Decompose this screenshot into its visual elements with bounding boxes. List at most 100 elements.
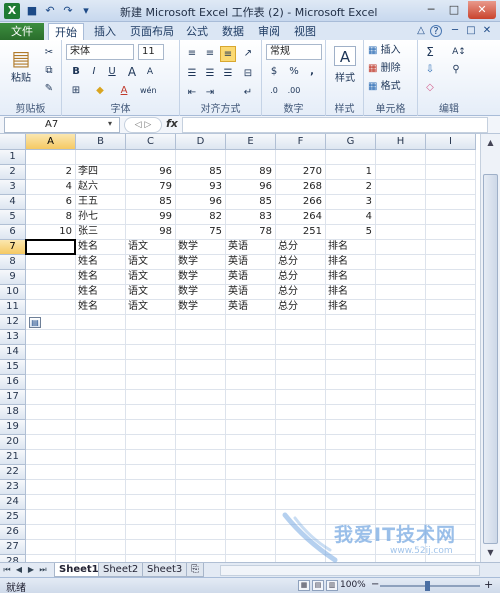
cell-c22[interactable] — [126, 465, 176, 480]
cell-i5[interactable] — [426, 210, 476, 225]
bold-button[interactable]: B — [68, 64, 84, 80]
cell-f26[interactable] — [276, 525, 326, 540]
orientation-icon[interactable]: ↗ — [240, 46, 256, 62]
cell-g17[interactable] — [326, 390, 376, 405]
cell-a14[interactable] — [26, 345, 76, 360]
save-icon[interactable]: ■ — [24, 3, 40, 19]
cell-c3[interactable]: 79 — [126, 180, 176, 195]
row-header-20[interactable]: 20 — [0, 435, 26, 450]
cell-g2[interactable]: 1 — [326, 165, 376, 180]
cell-h21[interactable] — [376, 450, 426, 465]
window-minimize-icon[interactable]: ─ — [448, 24, 462, 38]
window-close-icon[interactable]: ✕ — [480, 24, 494, 38]
tab-home[interactable]: 开始 — [48, 23, 84, 40]
align-right-icon[interactable]: ☰ — [220, 66, 236, 82]
cell-g5[interactable]: 4 — [326, 210, 376, 225]
cell-i26[interactable] — [426, 525, 476, 540]
cell-b7[interactable]: 姓名 — [76, 240, 126, 255]
undo-icon[interactable]: ↶ — [42, 3, 58, 19]
tab-page-layout[interactable]: 页面布局 — [124, 23, 180, 40]
cell-d27[interactable] — [176, 540, 226, 555]
cell-b23[interactable] — [76, 480, 126, 495]
cell-b5[interactable]: 孙七 — [76, 210, 126, 225]
cell-e28[interactable] — [226, 555, 276, 562]
cell-d2[interactable]: 85 — [176, 165, 226, 180]
cell-i16[interactable] — [426, 375, 476, 390]
cell-d7[interactable]: 数学 — [176, 240, 226, 255]
cell-g3[interactable]: 2 — [326, 180, 376, 195]
cell-e27[interactable] — [226, 540, 276, 555]
cell-g10[interactable]: 排名 — [326, 285, 376, 300]
formula-expand-icon[interactable]: ◁ ▷ — [124, 117, 162, 133]
cell-h24[interactable] — [376, 495, 426, 510]
percent-button[interactable]: % — [286, 64, 302, 80]
row-header-7[interactable]: 7 — [0, 240, 26, 255]
cell-f6[interactable]: 251 — [276, 225, 326, 240]
tab-review[interactable]: 审阅 — [252, 23, 286, 40]
cell-a24[interactable] — [26, 495, 76, 510]
cell-c19[interactable] — [126, 420, 176, 435]
cell-h27[interactable] — [376, 540, 426, 555]
cell-e9[interactable]: 英语 — [226, 270, 276, 285]
cell-c24[interactable] — [126, 495, 176, 510]
cell-e14[interactable] — [226, 345, 276, 360]
row-header-27[interactable]: 27 — [0, 540, 26, 555]
cell-d4[interactable]: 96 — [176, 195, 226, 210]
cell-i23[interactable] — [426, 480, 476, 495]
sheet-tab-sheet2[interactable]: Sheet2 — [98, 563, 144, 577]
cell-g13[interactable] — [326, 330, 376, 345]
cell-e17[interactable] — [226, 390, 276, 405]
prev-sheet-icon[interactable]: ◀ — [14, 564, 24, 576]
cell-a3[interactable]: 4 — [26, 180, 76, 195]
cell-f23[interactable] — [276, 480, 326, 495]
scroll-up-icon[interactable]: ▲ — [483, 136, 498, 150]
cell-d18[interactable] — [176, 405, 226, 420]
row-header-28[interactable]: 28 — [0, 555, 26, 562]
cell-f5[interactable]: 264 — [276, 210, 326, 225]
increase-indent-icon[interactable]: ⇥ — [202, 85, 218, 101]
cell-f18[interactable] — [276, 405, 326, 420]
cell-e25[interactable] — [226, 510, 276, 525]
cell-h12[interactable] — [376, 315, 426, 330]
tab-file[interactable]: 文件 — [0, 23, 44, 40]
cell-c21[interactable] — [126, 450, 176, 465]
cell-b21[interactable] — [76, 450, 126, 465]
cell-i25[interactable] — [426, 510, 476, 525]
page-break-view-icon[interactable]: ▥ — [326, 580, 338, 591]
cell-g16[interactable] — [326, 375, 376, 390]
cell-g11[interactable]: 排名 — [326, 300, 376, 315]
cell-f19[interactable] — [276, 420, 326, 435]
cell-f1[interactable] — [276, 150, 326, 165]
cell-d15[interactable] — [176, 360, 226, 375]
cell-f24[interactable] — [276, 495, 326, 510]
cell-c20[interactable] — [126, 435, 176, 450]
cell-i4[interactable] — [426, 195, 476, 210]
cell-h18[interactable] — [376, 405, 426, 420]
row-header-11[interactable]: 11 — [0, 300, 26, 315]
cell-e1[interactable] — [226, 150, 276, 165]
cell-a9[interactable] — [26, 270, 76, 285]
sort-filter-icon[interactable]: A↕ — [448, 44, 470, 60]
row-header-19[interactable]: 19 — [0, 420, 26, 435]
cell-b26[interactable] — [76, 525, 126, 540]
cell-b8[interactable]: 姓名 — [76, 255, 126, 270]
zoom-out-icon[interactable]: − — [371, 579, 379, 590]
cell-d13[interactable] — [176, 330, 226, 345]
maximize-button[interactable]: □ — [443, 1, 465, 19]
align-center-icon[interactable]: ☰ — [202, 66, 218, 82]
cell-b24[interactable] — [76, 495, 126, 510]
font-size-select[interactable]: 11 — [138, 44, 164, 60]
cell-d9[interactable]: 数学 — [176, 270, 226, 285]
cell-i1[interactable] — [426, 150, 476, 165]
cell-i2[interactable] — [426, 165, 476, 180]
cell-h25[interactable] — [376, 510, 426, 525]
cell-g18[interactable] — [326, 405, 376, 420]
cell-i6[interactable] — [426, 225, 476, 240]
redo-icon[interactable]: ↷ — [60, 3, 76, 19]
cell-g1[interactable] — [326, 150, 376, 165]
styles-icon[interactable]: A — [334, 46, 356, 66]
paste-button[interactable]: 粘贴 — [4, 72, 38, 86]
cell-h7[interactable] — [376, 240, 426, 255]
column-header-a[interactable]: A — [26, 134, 76, 150]
column-header-i[interactable]: I — [426, 134, 476, 150]
